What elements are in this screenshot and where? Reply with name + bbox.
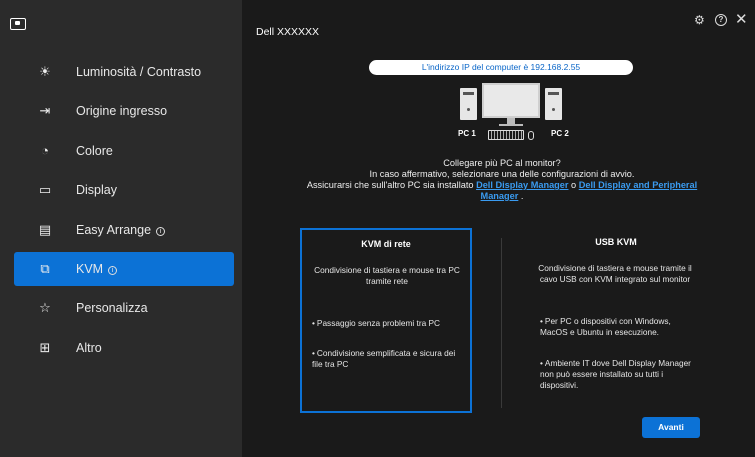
question-line: In caso affermativo, selezionare una del… — [369, 169, 635, 179]
question-text: Assicurarsi che sull'altro PC sia instal… — [306, 180, 477, 190]
question-line: Assicurarsi che sull'altro PC sia instal… — [302, 180, 702, 202]
sidebar-item-personalize[interactable]: ☆ Personalizza — [14, 291, 234, 325]
ip-address-banner: L'indirizzo IP del computer è 192.168.2.… — [369, 60, 633, 75]
sidebar-item-label: Personalizza — [76, 301, 148, 316]
star-icon: ☆ — [39, 300, 51, 316]
pc2-label: PC 2 — [551, 129, 569, 138]
sidebar-item-label: Display — [76, 183, 117, 198]
sidebar-item-brightness-contrast[interactable]: ☀ Luminosità / Contrasto — [14, 55, 234, 89]
sidebar-item-label: Origine ingresso — [76, 104, 168, 119]
usb-kvm-card[interactable]: USB KVM Condivisione di tastiera e mouse… — [530, 228, 702, 413]
sidebar-item-input-source[interactable]: ⇥ Origine ingresso — [14, 94, 234, 128]
sidebar-item-label-text: Easy Arrange — [76, 222, 152, 237]
monitor-icon — [482, 83, 540, 118]
window-title: Dell XXXXXX — [256, 26, 320, 38]
sidebar-item-kvm[interactable]: ⧉ KVM i — [14, 251, 234, 286]
pc-tower-icon — [460, 88, 477, 120]
period-text: . — [518, 191, 524, 201]
sidebar-nav: ☀ Luminosità / Contrasto ⇥ Origine ingre… — [14, 55, 234, 370]
next-button[interactable]: Avanti — [642, 417, 700, 438]
sidebar-item-label: KVM i — [76, 261, 118, 276]
help-icon[interactable]: ? — [715, 14, 727, 26]
input-source-icon: ⇥ — [39, 103, 51, 119]
sidebar-item-label: Luminosità / Contrasto — [76, 65, 202, 79]
main-panel: Dell XXXXXX ⚙ ? ✕ L'indirizzo IP del com… — [242, 0, 755, 457]
info-icon[interactable]: i — [108, 265, 118, 275]
sidebar-item-label: Altro — [76, 340, 102, 355]
sidebar-item-easy-arrange[interactable]: ▤ Easy Arrange i — [14, 213, 234, 247]
card-bullet: Passaggio senza problemi tra PC — [312, 318, 468, 329]
card-title: KVM di rete — [361, 239, 411, 249]
setup-question: Collegare più PC al monitor? In caso aff… — [302, 158, 702, 202]
kvm-icon: ⧉ — [40, 260, 50, 276]
card-bullet: Condivisione semplificata e sicura dei f… — [312, 348, 468, 370]
easy-arrange-icon: ▤ — [38, 221, 52, 237]
sidebar-item-other[interactable]: ⊞ Altro — [14, 331, 234, 365]
sidebar-item-display[interactable]: ▭ Display — [14, 173, 234, 207]
gear-icon[interactable]: ⚙ — [694, 13, 705, 27]
card-bullet: Per PC o dispositivi con Windows, MacOS … — [540, 316, 696, 338]
sidebar-item-label: Colore — [76, 143, 113, 158]
sidebar-item-label-text: KVM — [76, 261, 104, 276]
card-divider — [501, 238, 502, 408]
card-bullet: Ambiente IT dove Dell Display Manager no… — [540, 358, 696, 391]
sidebar-item-color[interactable]: ◔ Colore — [14, 134, 234, 168]
pc-tower-icon — [545, 88, 562, 120]
card-description: Condivisione di tastiera e mouse tra PC … — [314, 265, 460, 286]
close-icon[interactable]: ✕ — [735, 10, 748, 28]
info-icon[interactable]: i — [156, 226, 166, 236]
question-line: Collegare più PC al monitor? — [443, 158, 561, 168]
dell-display-manager-link[interactable]: Dell Display Manager — [476, 180, 568, 190]
monitor-app-icon — [10, 18, 26, 30]
display-icon: ▭ — [38, 182, 52, 198]
other-icon: ⊞ — [39, 339, 51, 355]
brightness-icon: ☀ — [39, 64, 51, 79]
keyboard-icon — [488, 130, 524, 140]
sidebar: ☀ Luminosità / Contrasto ⇥ Origine ingre… — [0, 0, 242, 457]
or-text: o — [568, 180, 579, 190]
card-description: Condivisione di tastiera e mouse tramite… — [538, 263, 692, 284]
monitor-base — [499, 124, 523, 126]
card-title: USB KVM — [595, 237, 637, 247]
color-icon: ◔ — [41, 143, 49, 159]
pc1-label: PC 1 — [458, 129, 476, 138]
sidebar-item-label: Easy Arrange i — [76, 222, 166, 237]
network-kvm-card[interactable]: KVM di rete Condivisione di tastiera e m… — [300, 228, 472, 413]
mouse-icon — [528, 131, 534, 140]
